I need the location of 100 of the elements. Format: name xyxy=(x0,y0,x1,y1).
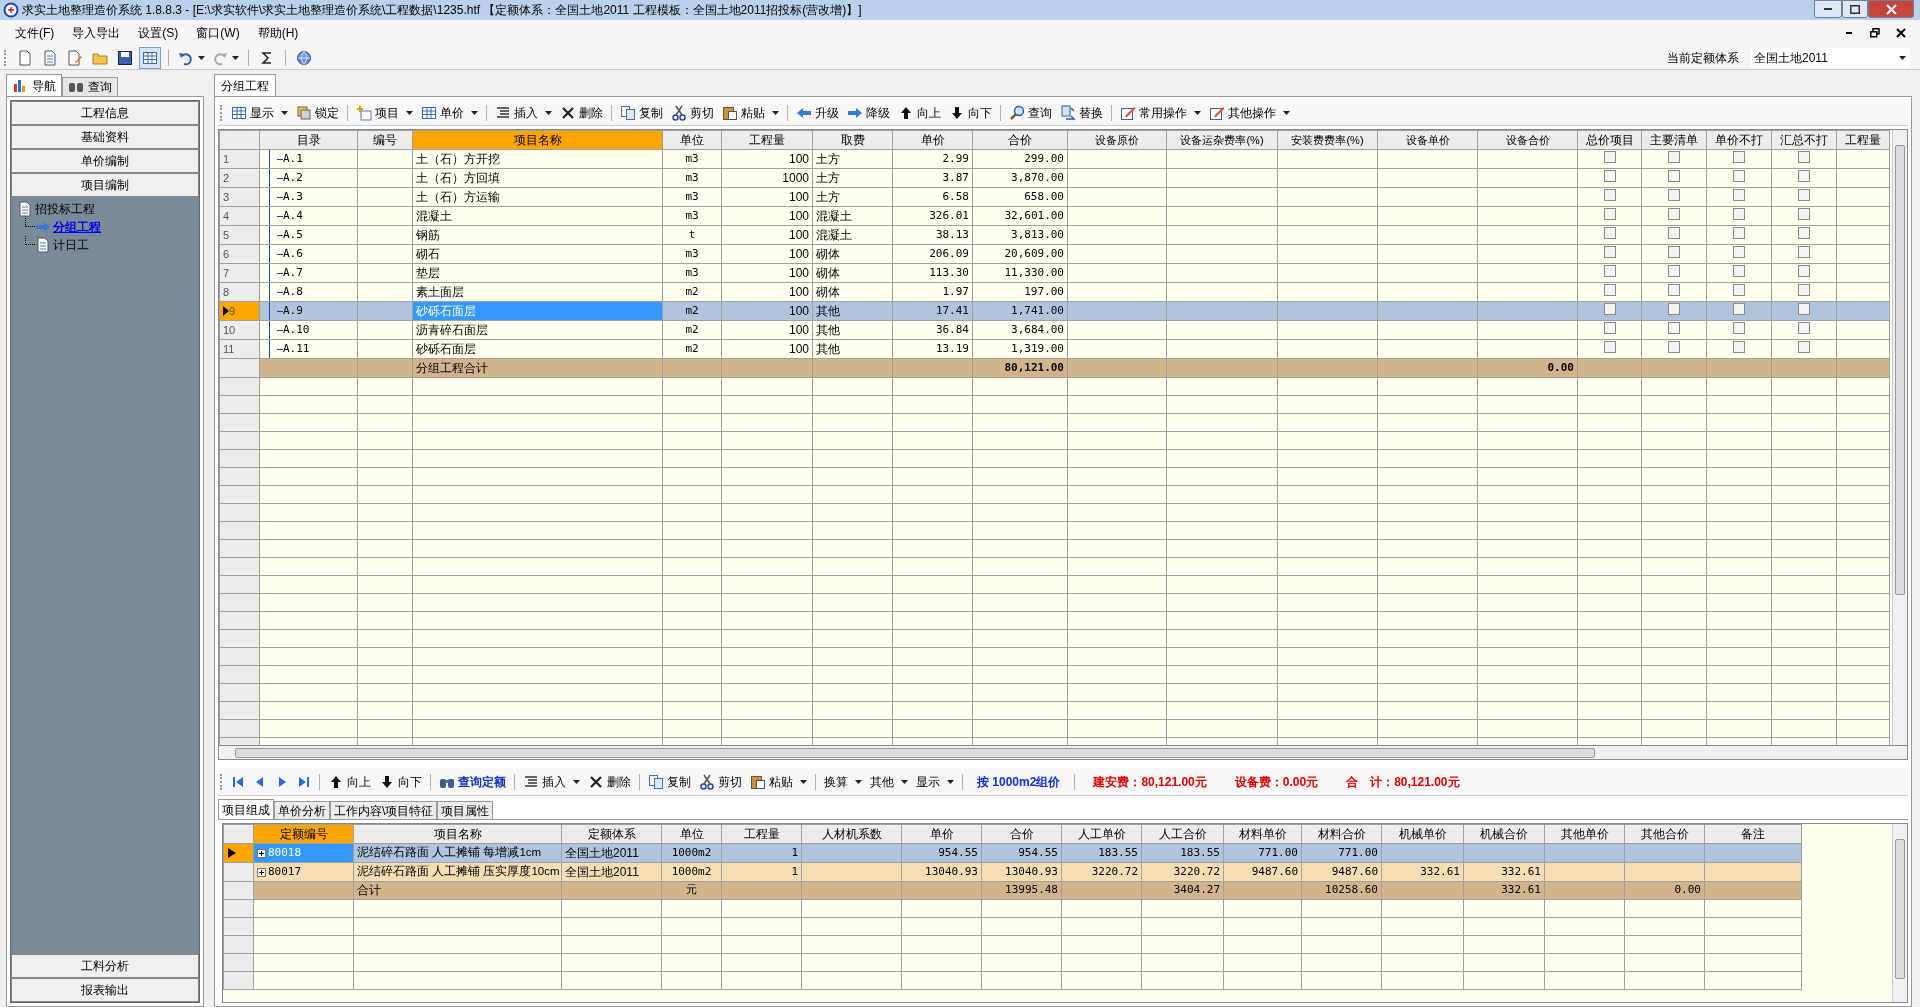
restore-button[interactable] xyxy=(1869,27,1881,39)
column-header[interactable]: 主要清单 xyxy=(1641,130,1707,150)
checkbox[interactable] xyxy=(1733,208,1745,220)
toolbar-button[interactable]: 向上 xyxy=(894,101,945,124)
nav-button[interactable]: 项目编制 xyxy=(11,173,199,197)
column-header[interactable]: 机械合价 xyxy=(1463,824,1545,844)
checkbox[interactable] xyxy=(1603,227,1616,239)
column-header[interactable]: 其他合价 xyxy=(1624,824,1705,844)
checkbox[interactable] xyxy=(1668,227,1680,239)
tree-item[interactable]: 招投标工程 xyxy=(35,200,95,218)
toolbar-button[interactable]: 查询 xyxy=(1005,101,1056,124)
checkbox[interactable] xyxy=(1603,208,1616,220)
checkbox[interactable] xyxy=(1603,265,1616,277)
nav-tab[interactable]: 查询 xyxy=(62,77,118,96)
checkbox[interactable] xyxy=(1668,170,1680,182)
toolbar-button[interactable]: 剪切 xyxy=(695,770,746,793)
toolbar-button[interactable]: 单价 xyxy=(417,101,482,124)
toolbar-button[interactable]: 升级 xyxy=(792,101,843,124)
column-header[interactable]: 项目名称 xyxy=(353,824,562,844)
detail-tab[interactable]: 项目属性 xyxy=(437,801,494,819)
checkbox[interactable] xyxy=(1798,227,1810,239)
vertical-scrollbar[interactable] xyxy=(1892,130,1907,745)
toolbar-button[interactable]: 其他 xyxy=(866,770,912,793)
checkbox[interactable] xyxy=(1668,151,1680,163)
toolbar-button[interactable]: 降级 xyxy=(843,101,894,124)
checkbox[interactable] xyxy=(1668,208,1680,220)
column-header[interactable]: 单价 xyxy=(901,824,982,844)
checkbox[interactable] xyxy=(1733,284,1745,296)
toolbar-button[interactable]: 剪切 xyxy=(667,101,718,124)
column-header[interactable]: 定额编号 xyxy=(253,824,354,844)
checkbox[interactable] xyxy=(1603,341,1616,353)
restore-button[interactable] xyxy=(1842,0,1868,18)
detail-tab[interactable]: 项目组成 xyxy=(218,799,274,819)
column-header[interactable]: 单位 xyxy=(662,130,722,150)
toolbar-button[interactable]: 常用操作 xyxy=(1116,101,1205,124)
column-header[interactable]: 定额体系 xyxy=(561,824,662,844)
quota-system-dropdown[interactable]: 全国土地2011 xyxy=(1750,47,1910,68)
toolbar-button[interactable]: 向上 xyxy=(324,770,375,793)
column-header[interactable]: 项目名称 xyxy=(412,130,663,150)
column-header[interactable]: 安装费费率(%) xyxy=(1277,130,1378,150)
column-header[interactable]: 设备运杂费率(%) xyxy=(1166,130,1278,150)
checkbox[interactable] xyxy=(1733,265,1745,277)
nav-tab[interactable]: 导航 xyxy=(6,74,62,96)
column-header[interactable]: 目录 xyxy=(259,130,358,150)
column-header[interactable]: 设备原价 xyxy=(1067,130,1167,150)
checkbox[interactable] xyxy=(1668,322,1680,334)
checkbox[interactable] xyxy=(1733,303,1745,315)
checkbox[interactable] xyxy=(1603,303,1616,315)
column-header[interactable]: 机械单价 xyxy=(1381,824,1464,844)
toolbar-button[interactable]: 向下 xyxy=(375,770,426,793)
toolbar-button[interactable]: 复制 xyxy=(616,101,667,124)
column-header[interactable]: 设备合价 xyxy=(1477,130,1578,150)
toolbar-button[interactable]: 向下 xyxy=(945,101,996,124)
nav-button[interactable]: 工料分析 xyxy=(11,954,199,978)
checkbox[interactable] xyxy=(1733,151,1745,163)
column-header[interactable]: 材料合价 xyxy=(1301,824,1382,844)
checkbox[interactable] xyxy=(1733,246,1745,258)
checkbox[interactable] xyxy=(1733,170,1745,182)
menu-item[interactable]: 窗口(W) xyxy=(189,22,247,44)
column-header[interactable]: 材料单价 xyxy=(1223,824,1302,844)
checkbox[interactable] xyxy=(1798,303,1810,315)
checkbox[interactable] xyxy=(1798,170,1810,182)
checkbox[interactable] xyxy=(1668,303,1680,315)
toolbar-button[interactable]: 删除 xyxy=(584,770,635,793)
menu-item[interactable]: 文件(F) xyxy=(8,22,62,44)
menu-item[interactable]: 设置(S) xyxy=(131,22,186,44)
checkbox[interactable] xyxy=(1603,246,1616,258)
column-header[interactable]: 合价 xyxy=(972,130,1068,150)
checkbox[interactable] xyxy=(1603,170,1616,182)
menu-item[interactable]: 导入导出 xyxy=(65,22,128,44)
column-header[interactable]: 单位 xyxy=(661,824,722,844)
column-header[interactable]: 总价项目 xyxy=(1577,130,1642,150)
expand-icon[interactable] xyxy=(257,848,266,858)
menu-item[interactable]: 帮助(H) xyxy=(250,22,306,44)
toolbar-button[interactable]: 项目 xyxy=(352,101,417,124)
toolbar-button[interactable]: 粘贴 xyxy=(718,101,783,124)
column-header[interactable]: 汇总不打 xyxy=(1771,130,1837,150)
checkbox[interactable] xyxy=(1668,284,1680,296)
toolbar-button[interactable]: 查询定额 xyxy=(435,770,510,793)
checkbox[interactable] xyxy=(1603,284,1616,296)
checkbox[interactable] xyxy=(1603,151,1616,163)
toolbar-button[interactable]: 删除 xyxy=(556,101,607,124)
expand-icon[interactable] xyxy=(257,867,266,877)
checkbox[interactable] xyxy=(1603,322,1616,334)
checkbox[interactable] xyxy=(1733,322,1745,334)
toolbar-button[interactable]: 显示 xyxy=(227,101,292,124)
column-header[interactable]: 取费 xyxy=(812,130,893,150)
checkbox[interactable] xyxy=(1733,341,1745,353)
column-header[interactable]: 工程量 xyxy=(1836,130,1890,150)
tree-item[interactable]: 计日工 xyxy=(53,236,89,254)
horizontal-scrollbar[interactable] xyxy=(218,746,1908,760)
checkbox[interactable] xyxy=(1798,151,1810,163)
detail-tab[interactable]: 单价分析 xyxy=(274,801,330,819)
checkbox[interactable] xyxy=(1603,189,1616,201)
toolbar-button[interactable]: 锁定 xyxy=(292,101,343,124)
nav-button[interactable]: 单价编制 xyxy=(11,149,199,173)
nav-button[interactable]: 基础资料 xyxy=(11,125,199,149)
checkbox[interactable] xyxy=(1798,284,1810,296)
toolbar-button[interactable]: 其他操作 xyxy=(1205,101,1294,124)
column-header[interactable]: 备注 xyxy=(1704,824,1802,844)
